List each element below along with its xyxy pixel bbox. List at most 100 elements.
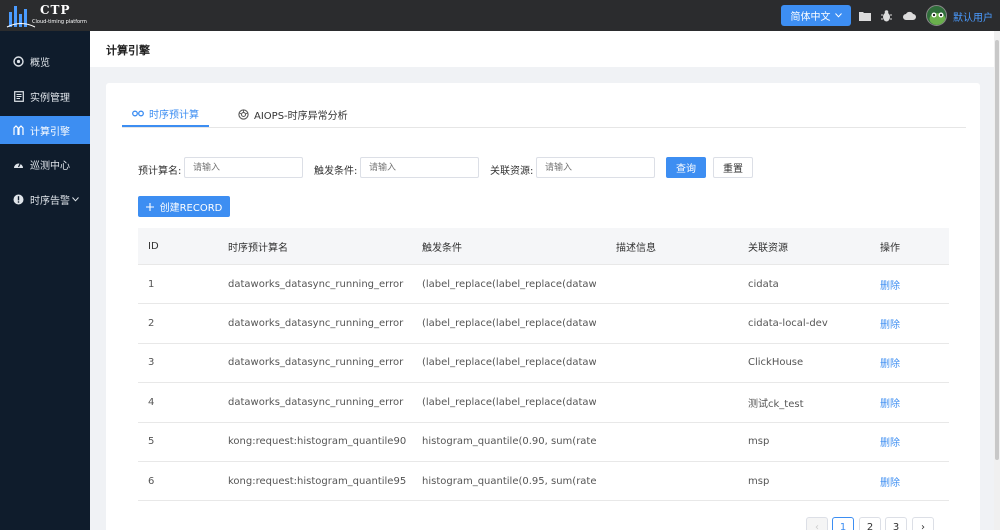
tab-aiops-anomaly[interactable]: AIOPS-时序异常分析 bbox=[238, 101, 348, 127]
user-name[interactable]: 默认用户 bbox=[953, 9, 993, 24]
pagination-page-1[interactable]: 1 bbox=[832, 517, 854, 530]
cell-description bbox=[616, 265, 726, 303]
pagination-page-2[interactable]: 2 bbox=[859, 517, 881, 530]
cell-name: kong:request:histogram_quantile90 bbox=[228, 436, 407, 448]
cell-id: 3 bbox=[148, 357, 155, 369]
cell-id: 4 bbox=[148, 396, 155, 408]
sidebar-item-overview[interactable]: 概览 bbox=[0, 47, 90, 75]
pagination-page-3[interactable]: 3 bbox=[885, 517, 907, 530]
cell-condition: (label_replace(label_replace(dataworks_ bbox=[422, 278, 596, 290]
cell-operation: 删除 bbox=[880, 383, 940, 421]
top-bar: CTP Cloud-timing platform 简体中文 默认用户 bbox=[0, 0, 1000, 31]
brand-subtitle: Cloud-timing platform bbox=[32, 19, 87, 25]
engine-icon bbox=[13, 124, 24, 136]
query-button[interactable]: 查询 bbox=[666, 157, 706, 178]
delete-link[interactable]: 删除 bbox=[880, 316, 900, 331]
header-id: ID bbox=[148, 240, 159, 252]
cell-condition: histogram_quantile(0.90, sum(rate(kong bbox=[422, 436, 596, 448]
reset-button[interactable]: 重置 bbox=[713, 157, 753, 178]
chevron-down-icon bbox=[834, 13, 842, 18]
cell-name: dataworks_datasync_running_error bbox=[228, 357, 404, 369]
precompute-name-label: 预计算名: bbox=[138, 166, 182, 177]
sidebar-item-label: 计算引擎 bbox=[30, 126, 70, 138]
sidebar-item-inspection-center[interactable]: 巡测中心 bbox=[0, 150, 90, 178]
cell-description bbox=[616, 423, 726, 461]
tab-timeseries-precompute[interactable]: 时序预计算 bbox=[122, 101, 209, 127]
plus-icon bbox=[145, 202, 154, 211]
header-name: 时序预计算名 bbox=[228, 242, 288, 254]
sidebar-item-label: 时序告警 bbox=[30, 195, 70, 207]
pagination-next[interactable]: › bbox=[912, 517, 934, 530]
gauge-icon bbox=[13, 159, 24, 170]
cell-description bbox=[616, 304, 726, 342]
folder-icon[interactable] bbox=[858, 9, 871, 22]
table-row: 6 kong:request:histogram_quantile95 hist… bbox=[138, 462, 949, 502]
cell-operation: 删除 bbox=[880, 304, 940, 342]
dashboard-icon bbox=[13, 55, 24, 67]
bug-icon[interactable] bbox=[880, 9, 893, 22]
cell-id: 6 bbox=[148, 475, 155, 487]
tab-label: 时序预计算 bbox=[149, 109, 199, 121]
sidebar-item-label: 实例管理 bbox=[30, 92, 70, 104]
table-row: 1 dataworks_datasync_running_error (labe… bbox=[138, 265, 949, 305]
records-table: ID 时序预计算名 触发条件 描述信息 关联资源 操作 1 dataworks_… bbox=[138, 228, 949, 502]
app-logo[interactable]: CTP Cloud-timing platform bbox=[6, 2, 90, 29]
sidebar-item-label: 巡测中心 bbox=[30, 160, 70, 172]
cell-description bbox=[616, 344, 726, 382]
cell-operation: 删除 bbox=[880, 344, 940, 382]
table-row: 5 kong:request:histogram_quantile90 hist… bbox=[138, 423, 949, 462]
delete-link[interactable]: 删除 bbox=[880, 474, 900, 489]
language-label: 简体中文 bbox=[790, 12, 831, 23]
table-header: ID 时序预计算名 触发条件 描述信息 关联资源 操作 bbox=[138, 228, 949, 265]
cloud-icon[interactable] bbox=[903, 9, 916, 22]
table-row: 3 dataworks_datasync_running_error (labe… bbox=[138, 344, 949, 384]
cell-name: dataworks_datasync_running_error bbox=[228, 318, 404, 330]
link-icon bbox=[132, 110, 144, 116]
cell-operation: 删除 bbox=[880, 265, 940, 303]
cell-name: dataworks_datasync_running_error bbox=[228, 396, 404, 408]
sidebar-item-instances[interactable]: 实例管理 bbox=[0, 82, 90, 110]
sidebar-item-timeseries-alert[interactable]: 时序告警 bbox=[0, 185, 90, 213]
cell-id: 2 bbox=[148, 318, 155, 330]
table-row: 2 dataworks_datasync_running_error (labe… bbox=[138, 304, 949, 344]
precompute-name-input[interactable] bbox=[184, 157, 303, 178]
cell-resource: 测试ck_test bbox=[748, 398, 804, 410]
document-icon bbox=[13, 90, 24, 102]
aperture-icon bbox=[238, 108, 249, 120]
cell-description bbox=[616, 462, 726, 500]
header-condition: 触发条件 bbox=[422, 242, 462, 254]
cell-condition: histogram_quantile(0.95, sum(rate(kong bbox=[422, 475, 596, 487]
sidebar-item-compute-engine[interactable]: 计算引擎 bbox=[0, 116, 90, 144]
brand-title: CTP bbox=[40, 3, 71, 17]
cell-name: kong:request:histogram_quantile95 bbox=[228, 475, 407, 487]
page-title: 计算引擎 bbox=[106, 44, 150, 57]
cell-operation: 删除 bbox=[880, 423, 940, 461]
avatar[interactable] bbox=[926, 5, 947, 26]
cell-resource: cidata bbox=[748, 278, 779, 290]
cell-operation: 删除 bbox=[880, 462, 940, 500]
tab-bar: 时序预计算 AIOPS-时序异常分析 bbox=[122, 101, 966, 128]
tab-label: AIOPS-时序异常分析 bbox=[254, 110, 348, 122]
cell-resource: msp bbox=[748, 475, 770, 487]
sidebar-item-label: 概览 bbox=[30, 57, 50, 69]
delete-link[interactable]: 删除 bbox=[880, 355, 900, 370]
cell-condition: (label_replace(label_replace(dataworks_ bbox=[422, 357, 596, 369]
header-resource: 关联资源 bbox=[748, 242, 788, 254]
create-record-button[interactable]: 创建RECORD bbox=[138, 196, 230, 217]
trigger-condition-label: 触发条件: bbox=[314, 166, 358, 177]
pagination-prev[interactable]: ‹ bbox=[806, 517, 828, 530]
scrollbar-thumb[interactable] bbox=[995, 40, 999, 460]
related-resource-input[interactable] bbox=[536, 157, 655, 178]
cell-id: 1 bbox=[148, 278, 155, 290]
cell-id: 5 bbox=[148, 436, 155, 448]
trigger-condition-input[interactable] bbox=[360, 157, 479, 178]
related-resource-label: 关联资源: bbox=[490, 166, 534, 177]
table-row: 4 dataworks_datasync_running_error (labe… bbox=[138, 383, 949, 423]
delete-link[interactable]: 删除 bbox=[880, 395, 900, 410]
alert-icon bbox=[13, 194, 24, 205]
delete-link[interactable]: 删除 bbox=[880, 277, 900, 292]
header-operation: 操作 bbox=[880, 242, 900, 254]
language-select[interactable]: 简体中文 bbox=[781, 5, 851, 26]
delete-link[interactable]: 删除 bbox=[880, 434, 900, 449]
cell-name: dataworks_datasync_running_error bbox=[228, 278, 404, 290]
